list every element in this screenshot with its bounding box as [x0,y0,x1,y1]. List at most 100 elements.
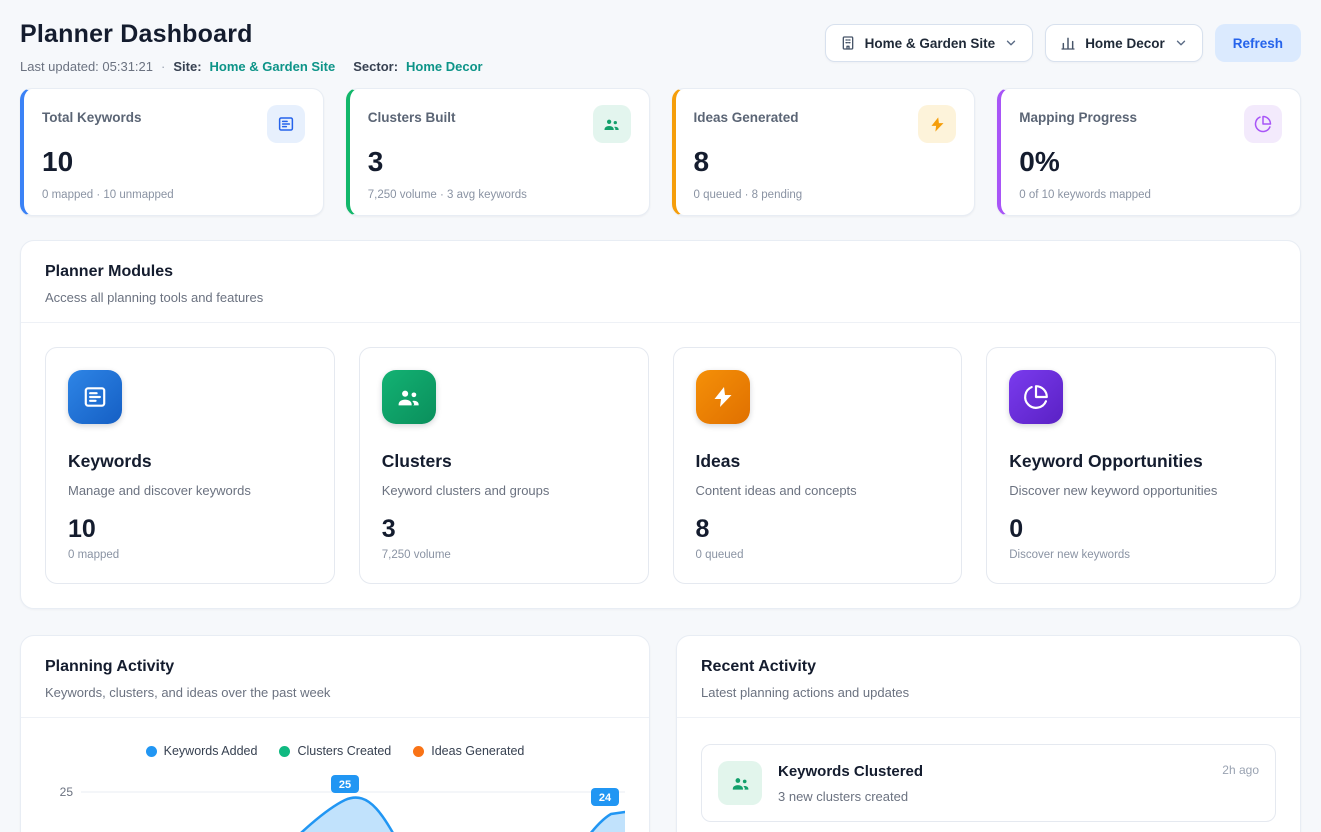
recent-activity-header: Recent Activity Latest planning actions … [677,636,1300,718]
recent-item-timestamp: 2h ago [1222,763,1259,777]
module-value: 3 [382,515,626,544]
module-card-ideas[interactable]: Ideas Content ideas and concepts 8 0 que… [673,347,963,584]
site-selector-dropdown[interactable]: Home & Garden Site [825,24,1034,62]
y-axis-tick-25: 25 [60,785,74,799]
section-title: Planner Modules [45,263,1276,281]
section-subtitle: Access all planning tools and features [45,290,1276,305]
users-icon [718,761,762,805]
document-icon [267,105,305,143]
sector-selector-dropdown[interactable]: Home Decor [1045,24,1203,62]
legend-item-ideas-generated: Ideas Generated [413,744,524,758]
topbar-actions: Home & Garden Site Home Decor Refresh [825,24,1301,62]
module-card-clusters[interactable]: Clusters Keyword clusters and groups 3 7… [359,347,649,584]
stat-detail: 0 mapped · 10 unmapped [42,189,305,201]
planning-activity-header: Planning Activity Keywords, clusters, an… [21,636,649,718]
users-icon [593,105,631,143]
refresh-button[interactable]: Refresh [1215,24,1301,62]
site-selector-label: Home & Garden Site [865,36,996,51]
last-updated-text: Last updated: 05:31:21 [20,59,153,74]
planning-activity-chart: 25 25 24 [45,774,625,832]
stats-row: Total Keywords 10 0 mapped · 10 unmapped… [20,88,1301,216]
stat-value: 3 [368,146,631,178]
module-detail: 0 queued [696,549,940,561]
chevron-down-icon [1004,36,1018,50]
bar-chart-icon [1060,35,1076,51]
recent-item-title: Keywords Clustered [778,763,1206,780]
module-value: 10 [68,515,312,544]
module-title: Keyword Opportunities [1009,451,1253,472]
building-icon [840,35,856,51]
area-fill-keywords-added [81,798,625,832]
lightning-icon [918,105,956,143]
section-subtitle: Keywords, clusters, and ideas over the p… [45,685,625,700]
legend-item-keywords-added: Keywords Added [146,744,258,758]
stat-label: Clusters Built [368,110,456,125]
svg-text:25: 25 [339,779,351,791]
planner-modules-panel: Planner Modules Access all planning tool… [20,240,1301,609]
planner-modules-header: Planner Modules Access all planning tool… [21,241,1300,323]
stat-label: Total Keywords [42,110,142,125]
stat-card-mapping-progress: Mapping Progress 0% 0 of 10 keywords map… [997,88,1301,216]
modules-grid: Keywords Manage and discover keywords 10… [21,323,1300,608]
stat-value: 8 [694,146,957,178]
sector-link[interactable]: Home Decor [406,59,483,74]
site-label: Site: [173,59,201,74]
subline: Last updated: 05:31:21 · Site: Home & Ga… [20,59,483,74]
chart-legend: Keywords Added Clusters Created Ideas Ge… [45,744,625,758]
legend-dot-blue [146,746,157,757]
stat-label: Mapping Progress [1019,110,1137,125]
module-title: Clusters [382,451,626,472]
stat-value: 0% [1019,146,1282,178]
lightning-icon [696,370,750,424]
module-detail: 0 mapped [68,549,312,561]
module-detail: Discover new keywords [1009,549,1253,561]
topbar-left: Planner Dashboard Last updated: 05:31:21… [20,18,483,74]
module-detail: 7,250 volume [382,549,626,561]
pie-chart-icon [1009,370,1063,424]
bottom-row: Planning Activity Keywords, clusters, an… [20,635,1301,832]
legend-dot-orange [413,746,424,757]
point-label-24: 24 [591,788,619,806]
stat-detail: 0 of 10 keywords mapped [1019,189,1282,201]
stat-card-ideas-generated: Ideas Generated 8 0 queued · 8 pending [672,88,976,216]
module-description: Discover new keyword opportunities [1009,483,1253,498]
module-card-keyword-opportunities[interactable]: Keyword Opportunities Discover new keywo… [986,347,1276,584]
sector-selector-label: Home Decor [1085,36,1165,51]
recent-activity-list: Keywords Clustered 3 new clusters create… [677,718,1300,822]
legend-dot-green [279,746,290,757]
module-description: Manage and discover keywords [68,483,312,498]
module-value: 8 [696,515,940,544]
sector-label: Sector: [353,59,398,74]
planning-activity-chart-area: Keywords Added Clusters Created Ideas Ge… [21,718,649,832]
stat-label: Ideas Generated [694,110,799,125]
legend-label: Keywords Added [164,744,258,758]
module-card-keywords[interactable]: Keywords Manage and discover keywords 10… [45,347,335,584]
page-title: Planner Dashboard [20,20,483,49]
stat-detail: 7,250 volume · 3 avg keywords [368,189,631,201]
pie-chart-icon [1244,105,1282,143]
point-label-25: 25 [331,775,359,793]
stat-detail: 0 queued · 8 pending [694,189,957,201]
legend-label: Clusters Created [297,744,391,758]
module-title: Ideas [696,451,940,472]
recent-item-description: 3 new clusters created [778,789,1206,804]
legend-label: Ideas Generated [431,744,524,758]
planner-dashboard-page: Planner Dashboard Last updated: 05:31:21… [0,0,1321,832]
module-description: Content ideas and concepts [696,483,940,498]
recent-activity-panel: Recent Activity Latest planning actions … [676,635,1301,832]
recent-item-main: Keywords Clustered 3 new clusters create… [778,761,1206,804]
planning-activity-panel: Planning Activity Keywords, clusters, an… [20,635,650,832]
site-link[interactable]: Home & Garden Site [210,59,336,74]
users-icon [382,370,436,424]
stat-card-total-keywords: Total Keywords 10 0 mapped · 10 unmapped [20,88,324,216]
recent-activity-item: Keywords Clustered 3 new clusters create… [701,744,1276,822]
separator-dot: · [161,59,165,74]
svg-text:24: 24 [599,792,612,804]
section-subtitle: Latest planning actions and updates [701,685,1276,700]
chevron-down-icon [1174,36,1188,50]
topbar: Planner Dashboard Last updated: 05:31:21… [20,18,1301,74]
legend-item-clusters-created: Clusters Created [279,744,391,758]
module-title: Keywords [68,451,312,472]
stat-value: 10 [42,146,305,178]
module-description: Keyword clusters and groups [382,483,626,498]
